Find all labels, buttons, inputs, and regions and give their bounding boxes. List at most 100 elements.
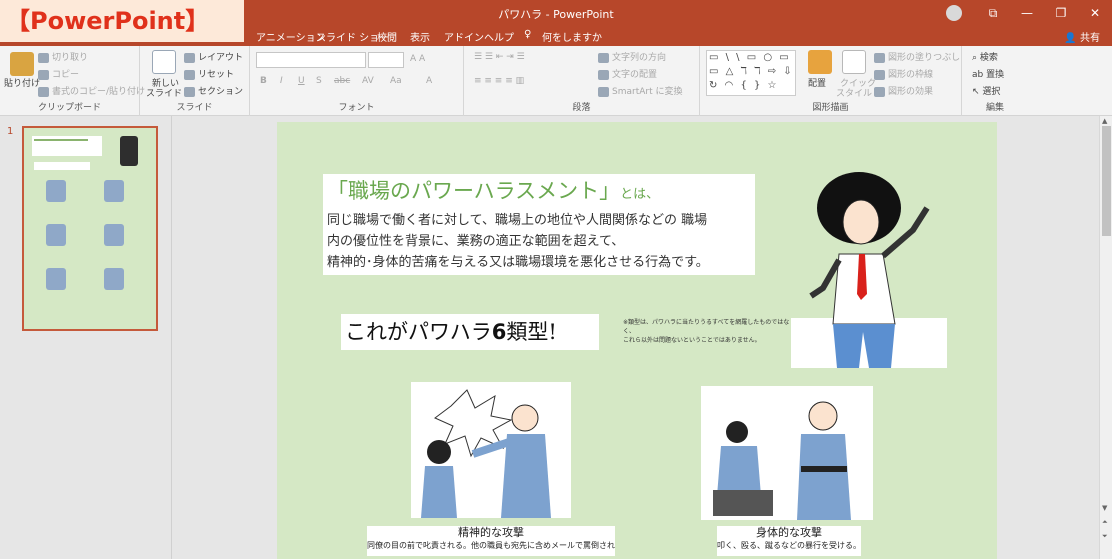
layout-icon: [184, 52, 195, 63]
shape-fill-label: 図形の塗りつぶし: [888, 53, 961, 63]
share-button[interactable]: 👤 共有: [1064, 29, 1100, 44]
spacing-button[interactable]: AV: [362, 76, 374, 86]
paste-button[interactable]: 貼り付け: [4, 76, 40, 89]
editing-group: ⌕ 検索 ab 置換 ↖ 選択 編集: [962, 46, 1028, 116]
note-text[interactable]: ※類型は、パワハラに当たりうるすべてを網羅したものではなく、 これら以外は問題な…: [623, 318, 797, 345]
copy-label: コピー: [52, 70, 80, 80]
share-label: 共有: [1080, 33, 1100, 44]
drawing-group: ▭ \ \ ▭ ○ ▭ ▭ △ ℸ ℸ ⇨ ⇩ ↻ ◠ { } ☆ 配置 クイック …: [700, 46, 962, 116]
thumb-fig-3: [46, 224, 66, 246]
new-slide-label-2[interactable]: スライド: [146, 86, 182, 99]
caption-mental-attack[interactable]: 精神的な攻撃 同僚の目の前で叱責される。他の職員も宛先に含めメールで罵倒され: [367, 526, 615, 556]
mental-attack-illustration: [421, 389, 551, 518]
align-text-button[interactable]: 文字の配置: [598, 67, 657, 80]
slide-editor: 「職場のパワーハラスメント」とは、 同じ職場で働く者に対して、職場上の地位や人間…: [173, 116, 1099, 559]
text-direction-label: 文字列の方向: [612, 53, 667, 63]
replace-button[interactable]: ab 置換: [972, 67, 1004, 80]
minimize-icon[interactable]: —: [1010, 6, 1044, 20]
select-button[interactable]: ↖ 選択: [972, 84, 1000, 97]
cut-button[interactable]: 切り取り: [38, 50, 88, 63]
lower-arm: [809, 258, 842, 299]
restore-icon[interactable]: ❐: [1044, 6, 1078, 20]
cut-label: 切り取り: [52, 53, 89, 63]
caption-physical-attack[interactable]: 身体的な攻撃 叩く、殴る、蹴るなどの暴行を受ける。: [717, 526, 861, 556]
belt: [801, 466, 847, 472]
layout-label: レイアウト: [198, 53, 244, 63]
scroll-thumb[interactable]: [1102, 126, 1111, 236]
font-name-select[interactable]: [256, 52, 366, 68]
shape-outline-button[interactable]: 図形の枠線: [874, 67, 933, 80]
person-icon: 👤: [1064, 33, 1080, 44]
font-color-button[interactable]: A: [426, 76, 432, 86]
overlay-tag: 【PowerPoint】: [0, 0, 244, 42]
underline-button[interactable]: U: [298, 76, 305, 86]
paste-icon[interactable]: [10, 52, 34, 76]
tab-help[interactable]: ヘルプ: [484, 29, 514, 44]
thumb-title-line: [34, 139, 88, 141]
thumb-fig-1: [46, 180, 66, 202]
clipboard-group: 貼り付け 切り取り コピー 書式のコピー/貼り付け クリップボード: [0, 46, 145, 116]
ribbon-display-icon[interactable]: ⧉: [976, 6, 1010, 21]
reset-button[interactable]: リセット: [184, 67, 234, 80]
find-button[interactable]: ⌕ 検索: [972, 50, 998, 63]
shapes-gallery[interactable]: ▭ \ \ ▭ ○ ▭ ▭ △ ℸ ℸ ⇨ ⇩ ↻ ◠ { } ☆: [706, 50, 796, 96]
pen-icon: [874, 69, 885, 80]
scroll-down-icon[interactable]: ▼: [1102, 504, 1107, 512]
select-label: 選択: [982, 87, 1001, 97]
format-painter-button[interactable]: 書式のコピー/貼り付け: [38, 84, 145, 97]
font-grow-icon[interactable]: A A: [410, 54, 425, 64]
shape-fill-button[interactable]: 図形の塗りつぶし: [874, 50, 960, 63]
types-heading[interactable]: これがパワハラ6類型!: [341, 314, 599, 350]
desk: [713, 490, 773, 516]
shape-effects-button[interactable]: 図形の効果: [874, 84, 933, 97]
prev-slide-icon[interactable]: ⏶: [1102, 518, 1108, 527]
next-slide-icon[interactable]: ⏷: [1102, 532, 1108, 541]
align-icons[interactable]: ≡ ≡ ≡ ≡ ▥: [474, 76, 524, 86]
font-size-select[interactable]: [368, 52, 404, 68]
boss-body: [501, 434, 551, 518]
mental-attack-image[interactable]: [411, 382, 571, 518]
vertical-scrollbar[interactable]: ▲ ▼ ⏶ ⏷: [1099, 116, 1112, 559]
strike-button[interactable]: abc: [334, 76, 350, 86]
tab-view[interactable]: 表示: [410, 29, 430, 44]
account-avatar-icon[interactable]: [946, 5, 962, 21]
text-direction-button[interactable]: 文字列の方向: [598, 50, 666, 63]
scroll-up-icon[interactable]: ▲: [1102, 117, 1107, 125]
new-slide-icon[interactable]: [152, 50, 176, 74]
tab-review[interactable]: 校閲: [377, 29, 397, 44]
intro-textbox[interactable]: 「職場のパワーハラスメント」とは、 同じ職場で働く者に対して、職場上の地位や人間…: [323, 174, 755, 275]
copy-button[interactable]: コピー: [38, 67, 79, 80]
arrange-icon[interactable]: [808, 50, 832, 74]
quick-styles-label-2[interactable]: スタイル: [836, 86, 872, 99]
scissors-icon: [38, 52, 49, 63]
replace-label: 置換: [986, 70, 1005, 80]
boss-arm: [471, 438, 511, 458]
smartart-button[interactable]: SmartArt に変換: [598, 84, 682, 97]
slide-thumbnail-pane: 1: [0, 116, 172, 559]
paint-bucket-icon: [874, 52, 885, 63]
thumb-fig-6: [104, 268, 124, 290]
physical-attack-image[interactable]: [701, 386, 873, 520]
pointing-man-illustration[interactable]: [795, 164, 947, 368]
caption-mental-desc: 同僚の目の前で叱責される。他の職員も宛先に含めメールで罵倒され: [367, 541, 615, 550]
bullets-icon[interactable]: ☰ ☰ ⇤ ⇥ ☰: [474, 52, 525, 62]
intro-line-2: 内の優位性を背景に、業務の適正な範囲を超えて、: [327, 234, 625, 249]
shadow-button[interactable]: S: [316, 76, 322, 86]
note-line-2: これら以外は問題ないということではありません。: [623, 337, 761, 344]
paragraph-group: ☰ ☰ ⇤ ⇥ ☰ ≡ ≡ ≡ ≡ ▥ 文字列の方向 文字の配置 SmartAr…: [464, 46, 700, 116]
arrange-button[interactable]: 配置: [808, 76, 826, 89]
case-button[interactable]: Aa: [390, 76, 402, 86]
section-button[interactable]: セクション: [184, 84, 243, 97]
close-icon[interactable]: ✕: [1078, 6, 1112, 20]
italic-button[interactable]: I: [280, 76, 283, 86]
shape-effects-label: 図形の効果: [888, 87, 934, 97]
slide-thumbnail[interactable]: [22, 126, 158, 331]
intro-line-1: 同じ職場で働く者に対して、職場上の地位や人間関係などの 職場: [327, 213, 708, 228]
tab-addins[interactable]: アドイン: [444, 29, 484, 44]
smartart-label: SmartArt に変換: [612, 87, 683, 97]
quick-styles-icon[interactable]: [842, 50, 866, 74]
slide-canvas[interactable]: 「職場のパワーハラスメント」とは、 同じ職場で働く者に対して、職場上の地位や人間…: [277, 122, 997, 559]
layout-button[interactable]: レイアウト: [184, 50, 243, 63]
bold-button[interactable]: B: [260, 76, 267, 86]
tell-me-search[interactable]: 何をしますか: [542, 29, 602, 44]
